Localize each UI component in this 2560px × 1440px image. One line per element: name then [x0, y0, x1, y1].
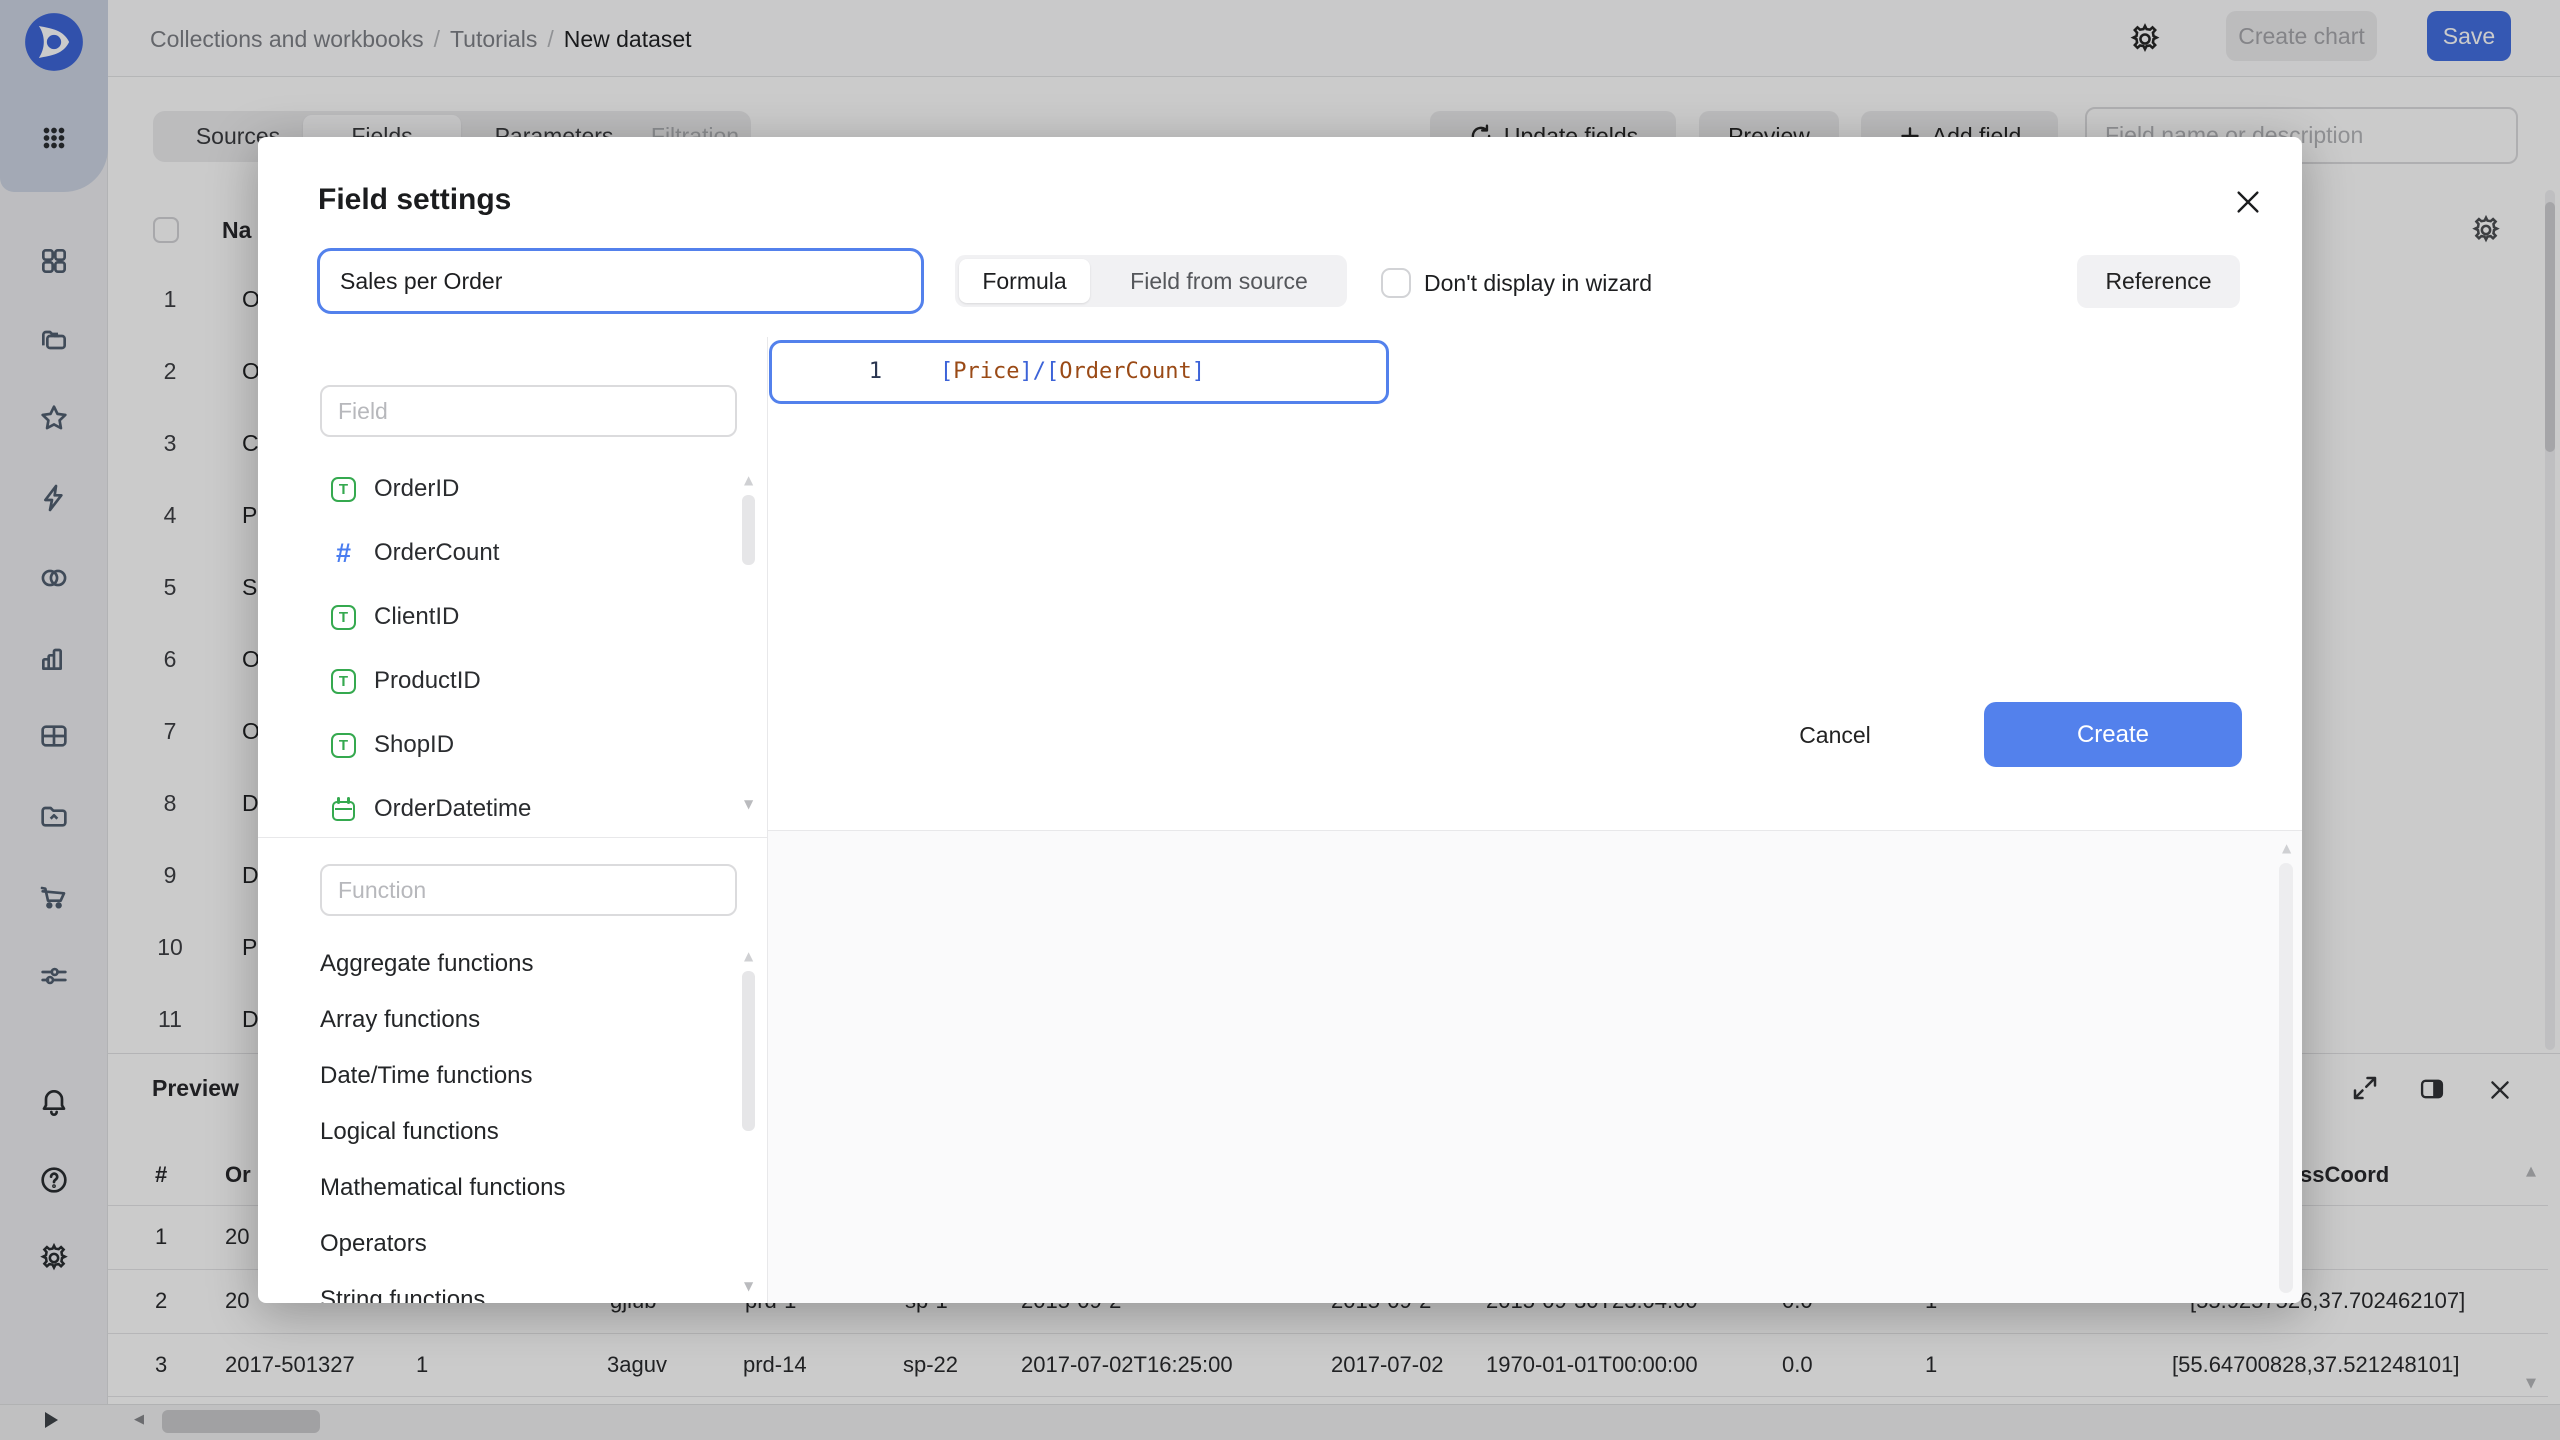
- reference-button[interactable]: Reference: [2077, 255, 2240, 308]
- mode-tab-label: Field from source: [1094, 255, 1344, 307]
- cancel-button[interactable]: Cancel: [1770, 709, 1900, 761]
- scroll-up-icon[interactable]: ▲: [2282, 841, 2291, 855]
- token: OrderCount: [1059, 359, 1191, 384]
- token: /: [1033, 359, 1046, 384]
- scroll-up-icon[interactable]: ▲: [744, 949, 753, 963]
- formula-editor-line[interactable]: 1 [Price]/[OrderCount]: [769, 340, 1389, 404]
- field-list-scrollbar-thumb[interactable]: [742, 495, 755, 565]
- function-category[interactable]: Logical functions: [320, 1118, 499, 1146]
- number-type-icon: #: [331, 541, 356, 566]
- function-search-input[interactable]: [320, 864, 737, 916]
- field-name-input[interactable]: [317, 248, 924, 314]
- scroll-down-icon[interactable]: ▼: [744, 797, 753, 811]
- field-list-item[interactable]: OrderDatetime: [331, 795, 531, 823]
- date-type-icon: [331, 797, 356, 822]
- text-type-icon: T: [331, 733, 356, 758]
- field-item-label: OrderDatetime: [374, 795, 531, 823]
- formula-code[interactable]: [Price]/[OrderCount]: [940, 343, 1205, 401]
- line-number: 1: [812, 343, 882, 401]
- modal-title: Field settings: [318, 183, 511, 217]
- mode-segmented-control: Formula Field from source: [955, 255, 1347, 307]
- function-category[interactable]: Mathematical functions: [320, 1174, 565, 1202]
- field-settings-modal: Field settings Formula Field from source…: [258, 137, 2302, 1303]
- field-list-item[interactable]: # OrderCount: [331, 539, 499, 567]
- field-list-item[interactable]: T ShopID: [331, 731, 454, 759]
- field-list-item[interactable]: T ProductID: [331, 667, 481, 695]
- function-category[interactable]: String functions: [320, 1286, 485, 1303]
- field-item-label: OrderID: [374, 475, 459, 503]
- text-type-icon: T: [331, 605, 356, 630]
- mode-tab-field-from-source[interactable]: Field from source: [1094, 255, 1344, 307]
- field-list-item[interactable]: T OrderID: [331, 475, 459, 503]
- text-type-icon: T: [331, 477, 356, 502]
- function-category[interactable]: Date/Time functions: [320, 1062, 533, 1090]
- field-item-label: ClientID: [374, 603, 459, 631]
- function-category[interactable]: Array functions: [320, 1006, 480, 1034]
- function-category[interactable]: Operators: [320, 1230, 427, 1258]
- token: ]: [1019, 359, 1032, 384]
- panel-divider: [258, 837, 767, 838]
- token: Price: [953, 359, 1019, 384]
- text-type-icon: T: [331, 669, 356, 694]
- field-item-label: OrderCount: [374, 539, 499, 567]
- scroll-down-icon[interactable]: ▼: [744, 1279, 753, 1293]
- token: [: [1046, 359, 1059, 384]
- docs-scrollbar-thumb[interactable]: [2279, 863, 2293, 1293]
- wizard-checkbox-label[interactable]: Don't display in wizard: [1424, 270, 1652, 297]
- field-item-label: ShopID: [374, 731, 454, 759]
- function-category[interactable]: Aggregate functions: [320, 950, 533, 978]
- app-screen: Collections and workbooks / Tutorials / …: [0, 0, 2560, 1440]
- field-item-label: ProductID: [374, 667, 481, 695]
- wizard-checkbox[interactable]: [1381, 268, 1411, 298]
- create-button[interactable]: Create: [1984, 702, 2242, 767]
- close-icon[interactable]: [2233, 187, 2263, 217]
- mode-tab-formula[interactable]: Formula: [959, 259, 1090, 303]
- function-docs-panel: [768, 831, 2302, 1303]
- token: ]: [1192, 359, 1205, 384]
- token: [: [940, 359, 953, 384]
- field-list-item[interactable]: T ClientID: [331, 603, 459, 631]
- modal-field-search-input[interactable]: [320, 385, 737, 437]
- mode-tab-label: Formula: [959, 259, 1090, 303]
- function-list-scrollbar-thumb[interactable]: [742, 971, 755, 1131]
- scroll-up-icon[interactable]: ▲: [744, 473, 753, 487]
